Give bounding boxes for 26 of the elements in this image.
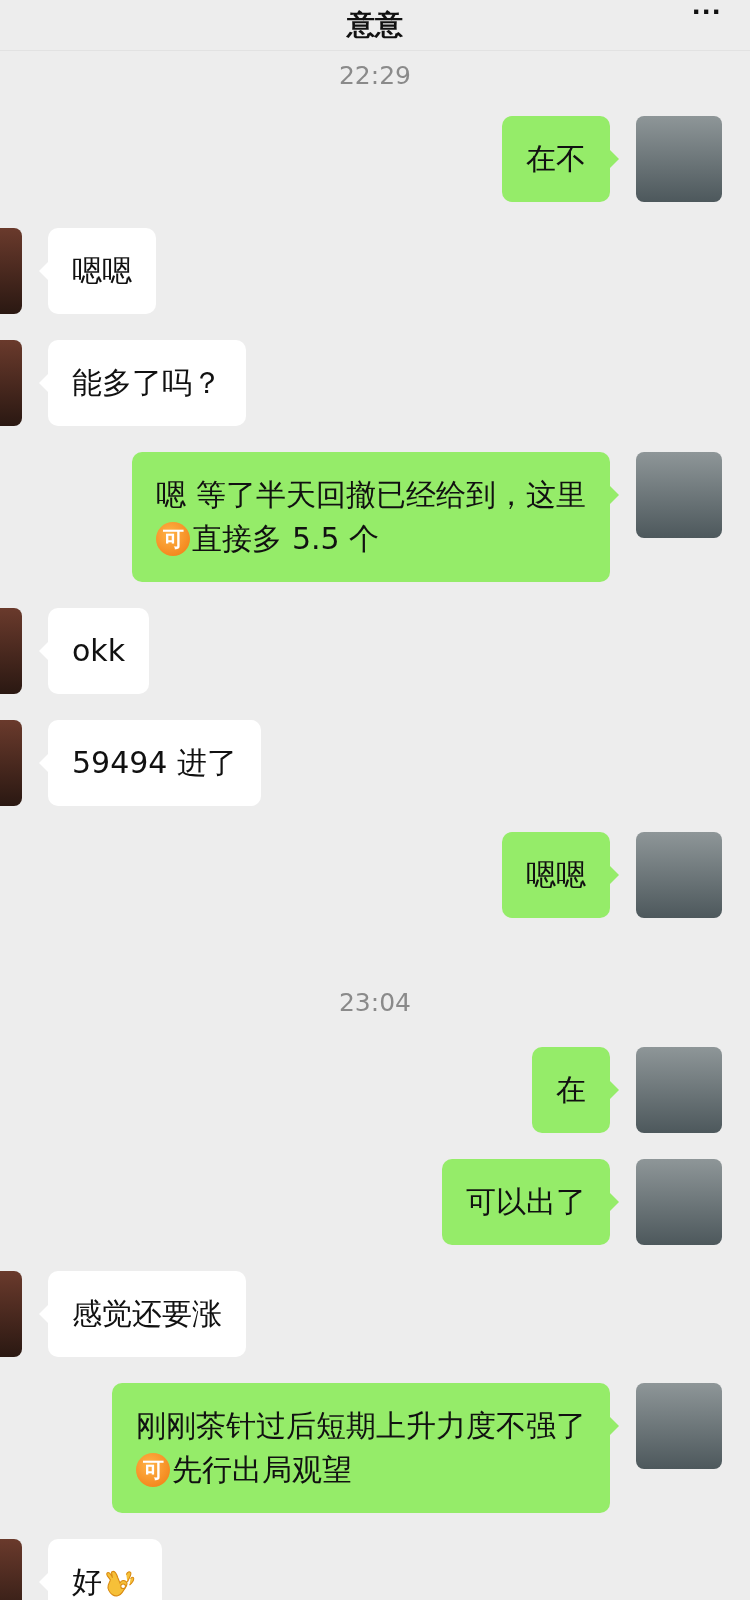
message-text: 先行出局观望: [172, 1451, 352, 1489]
message-text: 好: [72, 1563, 102, 1600]
message-text: 在不: [526, 140, 586, 178]
avatar-photo-placeholder[interactable]: [636, 452, 722, 538]
message-text: 嗯嗯: [526, 856, 586, 894]
message-text: 嗯 等了半天回撤已经给到，这里: [156, 476, 586, 514]
message-text: 刚刚茶针过后短期上升力度不强了: [136, 1407, 586, 1445]
avatar-photo-placeholder[interactable]: [636, 1383, 722, 1469]
avatar-photo-placeholder[interactable]: [636, 1159, 722, 1245]
avatar-photo-placeholder[interactable]: [636, 1047, 722, 1133]
avatar-photo-placeholder[interactable]: [636, 116, 722, 202]
message-text: 能多了吗？: [72, 364, 222, 402]
message-text: 感觉还要涨: [72, 1295, 222, 1333]
timestamp: 22:29: [338, 61, 411, 90]
emoji-badge-icon: 可: [156, 522, 191, 556]
message-text: 直接多 5.5 个: [192, 520, 380, 558]
message-text: 59494 进了: [72, 744, 237, 782]
message-text: 可以出了: [466, 1183, 586, 1221]
avatar-photo-placeholder[interactable]: [636, 832, 722, 918]
more-button[interactable]: ···: [686, 0, 728, 24]
timestamp: 23:04: [338, 988, 411, 1017]
chat-title: 意意: [347, 7, 403, 43]
message-text: 嗯嗯: [72, 252, 132, 290]
emoji-badge-icon: 可: [136, 1453, 170, 1487]
message-text: 在: [556, 1071, 586, 1109]
message-text: okk: [72, 632, 126, 670]
